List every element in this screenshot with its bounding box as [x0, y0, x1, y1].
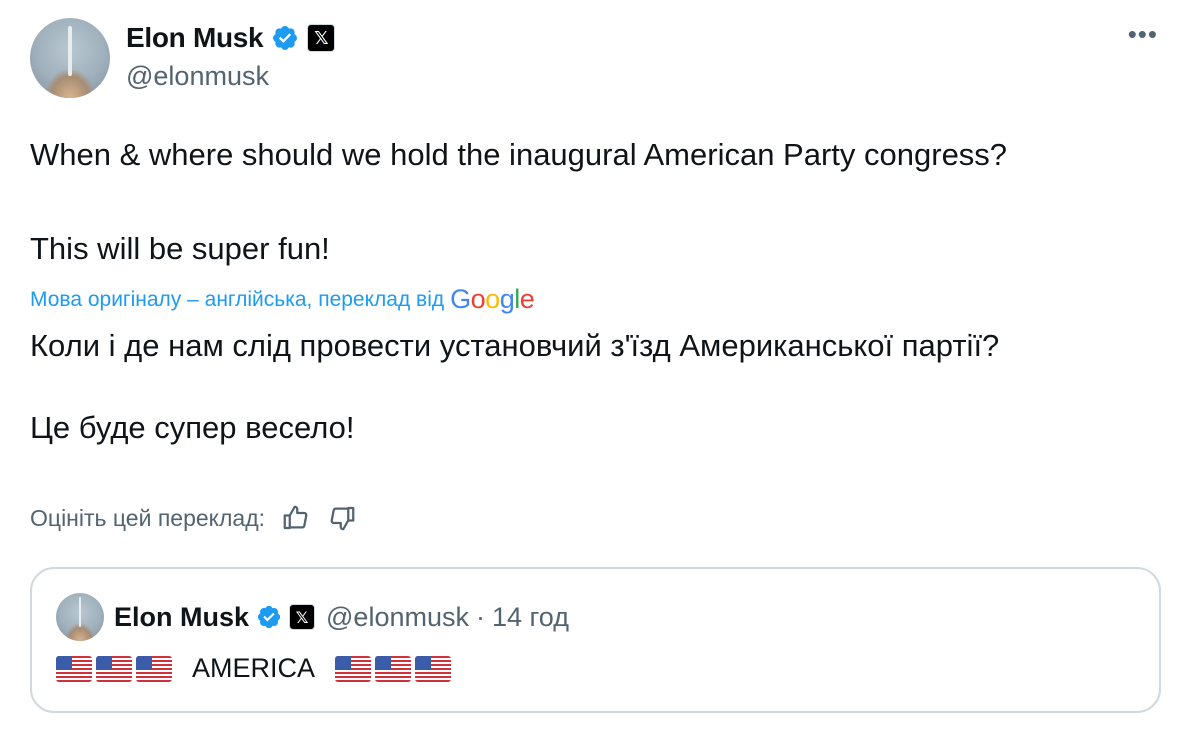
quoted-author-name: Elon Musk	[114, 601, 250, 632]
avatar-plume	[65, 624, 95, 641]
quoted-tweet[interactable]: Elon Musk 𝕏 @elonmusk · 14 год AMERICA	[30, 567, 1161, 713]
tweet-text-line: When & where should we hold the inaugura…	[30, 137, 1008, 172]
us-flag-icon	[136, 655, 172, 682]
translated-text-line: Коли і де нам слід провести установчий з…	[30, 328, 1000, 363]
us-flag-icon	[415, 655, 452, 682]
author-name[interactable]: Elon Musk	[126, 22, 264, 54]
verified-badge-icon	[273, 26, 298, 50]
x-logo-icon: 𝕏	[289, 604, 316, 630]
us-flag-icon	[335, 655, 372, 682]
thumbs-up-icon[interactable]	[281, 503, 311, 533]
translation-note: Мова оригіналу – англійська, переклад ві…	[30, 284, 535, 315]
author-row: Elon Musk 𝕏	[126, 20, 336, 56]
x-logo-icon: 𝕏	[307, 24, 336, 52]
author-handle[interactable]: @elonmusk	[126, 61, 269, 92]
quoted-text: AMERICA	[192, 653, 316, 683]
us-flag-icon	[56, 655, 92, 682]
quoted-author-handle: @elonmusk	[326, 601, 469, 632]
avatar-rocket	[67, 26, 73, 76]
avatar[interactable]	[30, 18, 110, 98]
us-flag-icon	[375, 655, 412, 682]
quoted-avatar[interactable]	[56, 593, 104, 641]
google-logo[interactable]: Google	[450, 284, 535, 315]
more-icon[interactable]: •••	[1128, 21, 1158, 47]
quoted-body: AMERICA	[56, 653, 452, 684]
avatar-rocket	[78, 596, 82, 627]
thumbs-down-icon[interactable]	[327, 503, 357, 533]
translated-text-line: Це буде супер весело!	[30, 410, 355, 445]
quoted-timestamp: 14 год	[491, 601, 569, 632]
quoted-author-row: Elon Musk 𝕏 @elonmusk · 14 год	[114, 599, 569, 635]
verified-badge-icon	[257, 605, 281, 629]
translation-note-text: Мова оригіналу – англійська, переклад ві…	[30, 287, 445, 311]
tweet-text-line: This will be super fun!	[30, 231, 330, 266]
us-flag-icon	[96, 655, 132, 682]
separator: ·	[475, 601, 485, 632]
rate-translation: Оцініть цей переклад:	[30, 503, 357, 533]
rate-translation-label: Оцініть цей переклад:	[30, 504, 266, 531]
